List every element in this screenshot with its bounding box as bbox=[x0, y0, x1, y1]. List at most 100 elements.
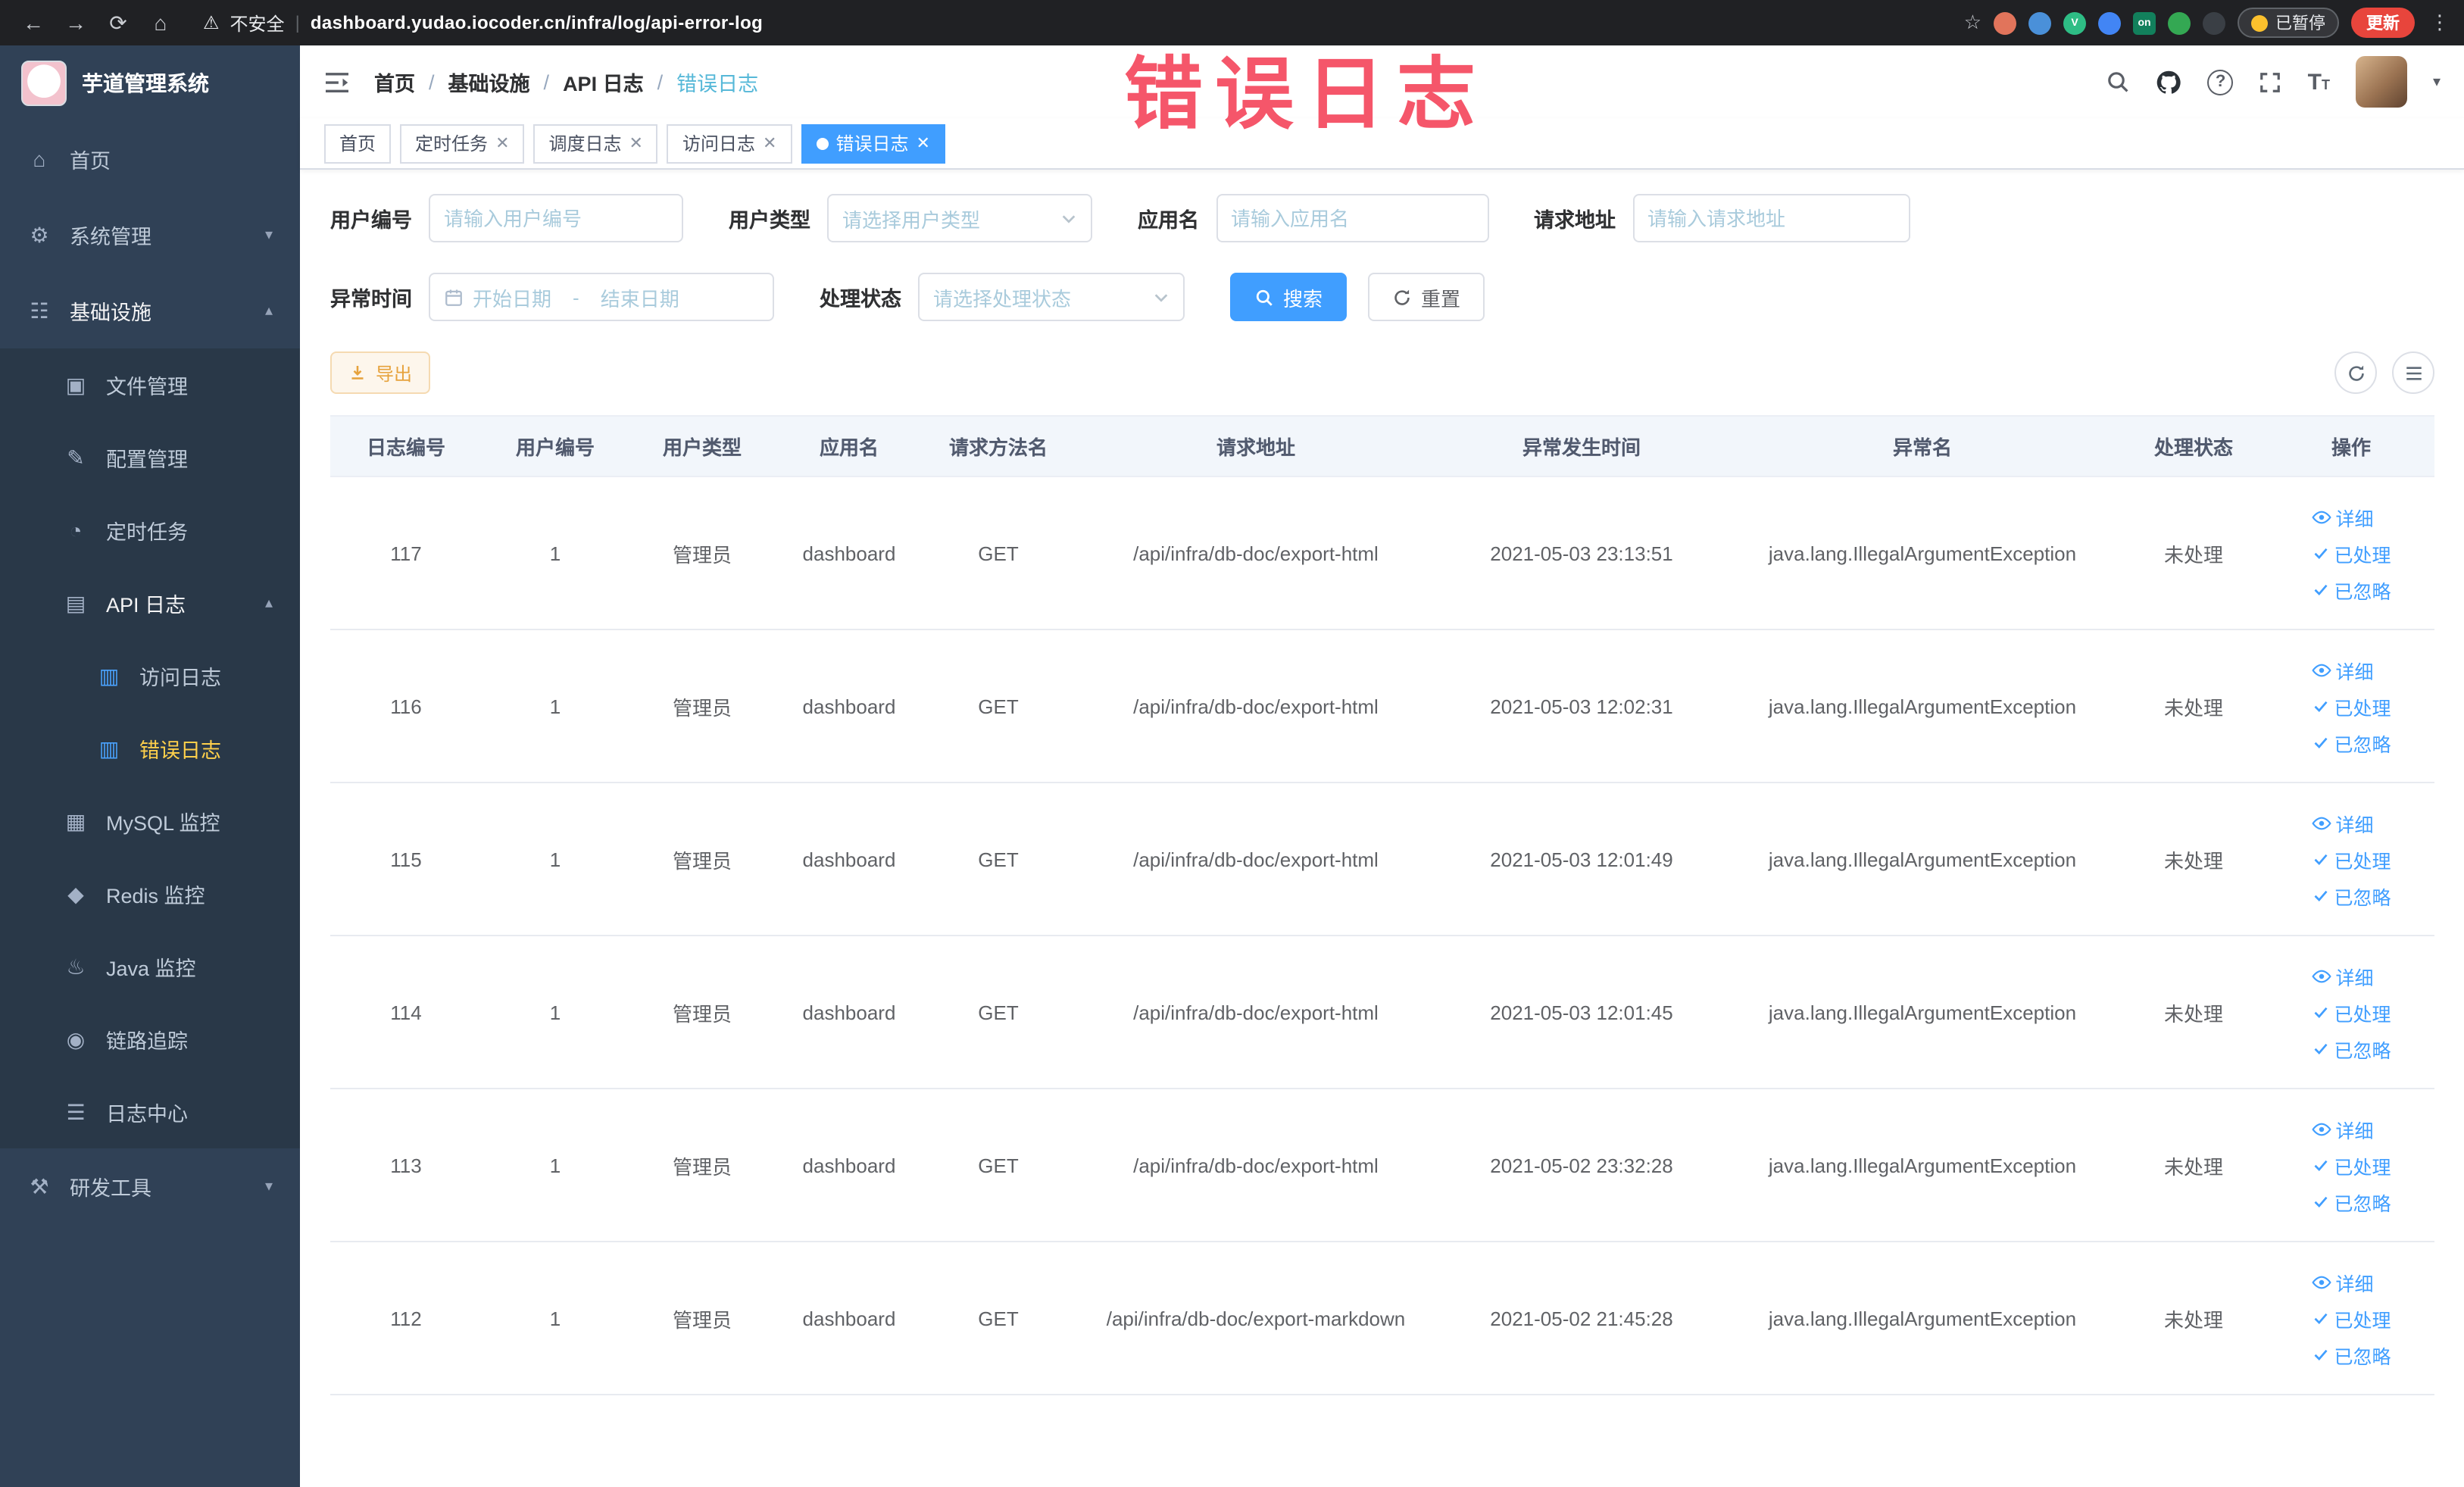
chevron-down-icon bbox=[1153, 289, 1170, 305]
action-processed-link[interactable]: 已处理 bbox=[2311, 692, 2391, 720]
font-size-icon[interactable]: TT bbox=[2308, 69, 2330, 95]
sidebar-item-redis-monitor[interactable]: ◆ Redis 监控 bbox=[0, 858, 300, 930]
sidebar-item-system-management[interactable]: ⚙ 系统管理 ▾ bbox=[0, 197, 300, 273]
process-status-select[interactable]: 请选择处理状态 bbox=[918, 273, 1185, 321]
extensions-paused-badge[interactable]: 已暂停 bbox=[2238, 8, 2339, 38]
action-ignored-link[interactable]: 已忽略 bbox=[2311, 1187, 2391, 1216]
cell-log-id: 114 bbox=[330, 936, 482, 1089]
hamburger-icon[interactable] bbox=[324, 70, 350, 93]
app-name-input[interactable] bbox=[1216, 194, 1488, 242]
sidebar-item-home[interactable]: ⌂ 首页 bbox=[0, 121, 300, 197]
extension-icon-4[interactable] bbox=[2098, 11, 2121, 34]
search-button[interactable]: 搜索 bbox=[1230, 273, 1348, 321]
tab-home[interactable]: 首页 bbox=[324, 123, 392, 163]
tab-error-log[interactable]: 错误日志 ✕ bbox=[801, 123, 945, 163]
sidebar-item-config-management[interactable]: ✎ 配置管理 bbox=[0, 421, 300, 494]
action-processed-link[interactable]: 已处理 bbox=[2311, 1151, 2391, 1179]
action-detail-link[interactable]: 详细 bbox=[2311, 1267, 2374, 1296]
user-avatar[interactable] bbox=[2355, 56, 2407, 108]
address-bar[interactable]: ⚠ 不安全 | dashboard.yudao.iocoder.cn/infra… bbox=[203, 10, 763, 36]
back-button[interactable]: ← bbox=[15, 5, 52, 41]
action-ignored-link[interactable]: 已忽略 bbox=[2311, 575, 2391, 604]
extension-icon-3[interactable]: V bbox=[2063, 11, 2086, 34]
breadcrumb-infrastructure[interactable]: 基础设施 bbox=[448, 67, 530, 97]
eye-icon bbox=[2311, 1119, 2331, 1139]
filter-row-2: 异常时间 开始日期 - 结束日期 处理状态 请选择处理状态 搜索 重置 bbox=[330, 273, 2434, 321]
avatar-caret-icon[interactable]: ▾ bbox=[2433, 73, 2441, 90]
home-button[interactable]: ⌂ bbox=[142, 5, 179, 41]
action-ignored-link[interactable]: 已忽略 bbox=[2311, 1340, 2391, 1369]
user-type-select[interactable]: 请选择用户类型 bbox=[827, 194, 1092, 242]
sidebar-item-infrastructure[interactable]: ☷ 基础设施 ▴ bbox=[0, 273, 300, 348]
action-detail-link[interactable]: 详细 bbox=[2311, 1114, 2374, 1143]
sidebar-item-mysql-monitor[interactable]: ▦ MySQL 监控 bbox=[0, 785, 300, 858]
refresh-button[interactable] bbox=[2334, 351, 2377, 394]
logo-image bbox=[21, 61, 67, 106]
sidebar-item-error-log[interactable]: ▥ 错误日志 bbox=[0, 712, 300, 785]
sidebar-item-log-center[interactable]: ☰ 日志中心 bbox=[0, 1076, 300, 1148]
column-settings-button[interactable] bbox=[2392, 351, 2434, 394]
user-id-input[interactable] bbox=[429, 194, 683, 242]
sidebar-item-java-monitor[interactable]: ♨ Java 监控 bbox=[0, 930, 300, 1003]
help-icon[interactable]: ? bbox=[2207, 69, 2234, 95]
close-icon[interactable]: ✕ bbox=[629, 133, 643, 153]
user-id-field[interactable] bbox=[444, 207, 668, 230]
extension-icon-5[interactable] bbox=[2168, 11, 2191, 34]
sidebar-item-api-log[interactable]: ▤ API 日志 ▴ bbox=[0, 567, 300, 639]
sidebar-item-link-tracing[interactable]: ◉ 链路追踪 bbox=[0, 1003, 300, 1076]
action-ignored-link[interactable]: 已忽略 bbox=[2311, 881, 2391, 910]
app-name-field[interactable] bbox=[1231, 207, 1473, 230]
action-detail-link[interactable]: 详细 bbox=[2311, 961, 2374, 990]
action-ignored-link[interactable]: 已忽略 bbox=[2311, 728, 2391, 757]
extension-icon-2[interactable] bbox=[2028, 11, 2051, 34]
tab-scheduled-tasks[interactable]: 定时任务 ✕ bbox=[400, 123, 525, 163]
bookmark-star-icon[interactable]: ☆ bbox=[1964, 11, 1982, 35]
action-processed-link[interactable]: 已处理 bbox=[2311, 539, 2391, 567]
reset-button[interactable]: 重置 bbox=[1368, 273, 1485, 321]
breadcrumb: 首页 / 基础设施 / API 日志 / 错误日志 bbox=[374, 67, 758, 97]
url-text: dashboard.yudao.iocoder.cn/infra/log/api… bbox=[310, 12, 764, 33]
cell-method: GET bbox=[923, 936, 1074, 1089]
action-detail-link[interactable]: 详细 bbox=[2311, 502, 2374, 531]
action-detail-link[interactable]: 详细 bbox=[2311, 655, 2374, 684]
reload-button[interactable]: ⟳ bbox=[100, 5, 136, 41]
extension-icon-on[interactable]: on bbox=[2133, 11, 2156, 34]
breadcrumb-error-log: 错误日志 bbox=[676, 73, 759, 95]
close-icon[interactable]: ✕ bbox=[763, 133, 776, 153]
close-icon[interactable]: ✕ bbox=[495, 133, 509, 153]
browser-update-button[interactable]: 更新 bbox=[2351, 8, 2415, 38]
request-url-input[interactable] bbox=[1632, 194, 1910, 242]
cell-exception-name: java.lang.IllegalArgumentException bbox=[1725, 783, 2119, 936]
sidebar-item-access-log[interactable]: ▥ 访问日志 bbox=[0, 639, 300, 712]
sidebar-item-dev-tools[interactable]: ⚒ 研发工具 ▾ bbox=[0, 1148, 300, 1224]
date-range-input[interactable]: 开始日期 - 结束日期 bbox=[429, 273, 774, 321]
request-url-field[interactable] bbox=[1647, 207, 1894, 230]
breadcrumb-api-log[interactable]: API 日志 bbox=[563, 67, 644, 97]
cell-exception-time: 2021-05-03 12:02:31 bbox=[1438, 629, 1725, 783]
tab-access-log[interactable]: 访问日志 ✕ bbox=[667, 123, 792, 163]
search-icon[interactable] bbox=[2106, 70, 2131, 94]
fullscreen-icon[interactable] bbox=[2259, 70, 2282, 93]
action-detail-link[interactable]: 详细 bbox=[2311, 808, 2374, 837]
cell-log-id: 112 bbox=[330, 1242, 482, 1395]
export-button[interactable]: 导出 bbox=[330, 351, 431, 394]
browser-menu-icon[interactable]: ⋮ bbox=[2430, 11, 2450, 35]
action-processed-link[interactable]: 已处理 bbox=[2311, 845, 2391, 873]
forward-button[interactable]: → bbox=[58, 5, 94, 41]
action-processed-link[interactable]: 已处理 bbox=[2311, 1304, 2391, 1332]
sidebar-item-scheduled-tasks[interactable]: ◔ 定时任务 bbox=[0, 494, 300, 567]
extension-icon-1[interactable] bbox=[1994, 11, 2016, 34]
close-icon[interactable]: ✕ bbox=[916, 133, 929, 153]
action-ignored-link[interactable]: 已忽略 bbox=[2311, 1034, 2391, 1063]
action-label: 已忽略 bbox=[2334, 581, 2391, 602]
error-log-icon: ▥ bbox=[98, 736, 120, 760]
sidebar-item-label: 基础设施 bbox=[70, 301, 151, 324]
github-icon[interactable] bbox=[2156, 69, 2182, 95]
action-processed-link[interactable]: 已处理 bbox=[2311, 998, 2391, 1026]
tab-dispatch-log[interactable]: 调度日志 ✕ bbox=[533, 123, 658, 163]
breadcrumb-home[interactable]: 首页 bbox=[374, 67, 415, 97]
sidebar-item-file-management[interactable]: ▣ 文件管理 bbox=[0, 348, 300, 421]
table-row: 112 1 管理员 dashboard GET/api/infra/db-doc/exp… bbox=[330, 1242, 2434, 1395]
breadcrumb-separator: / bbox=[657, 70, 664, 93]
extension-icon-6[interactable] bbox=[2203, 11, 2225, 34]
